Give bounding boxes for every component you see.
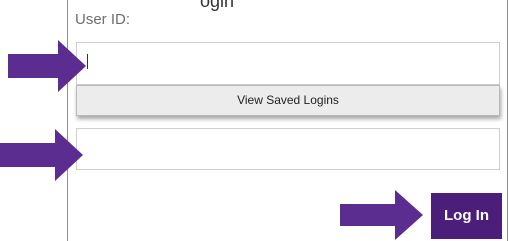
user-id-label: User ID: [75, 11, 131, 28]
user-id-field[interactable] [76, 42, 500, 85]
arrow-right-icon [8, 40, 86, 92]
view-saved-logins-button[interactable]: View Saved Logins [76, 85, 500, 116]
login-button[interactable]: Log In [431, 193, 502, 239]
arrow-right-icon [340, 190, 423, 240]
page-title-partial: ogin [200, 0, 235, 11]
arrow-right-icon [0, 129, 83, 181]
password-field[interactable] [76, 128, 500, 170]
